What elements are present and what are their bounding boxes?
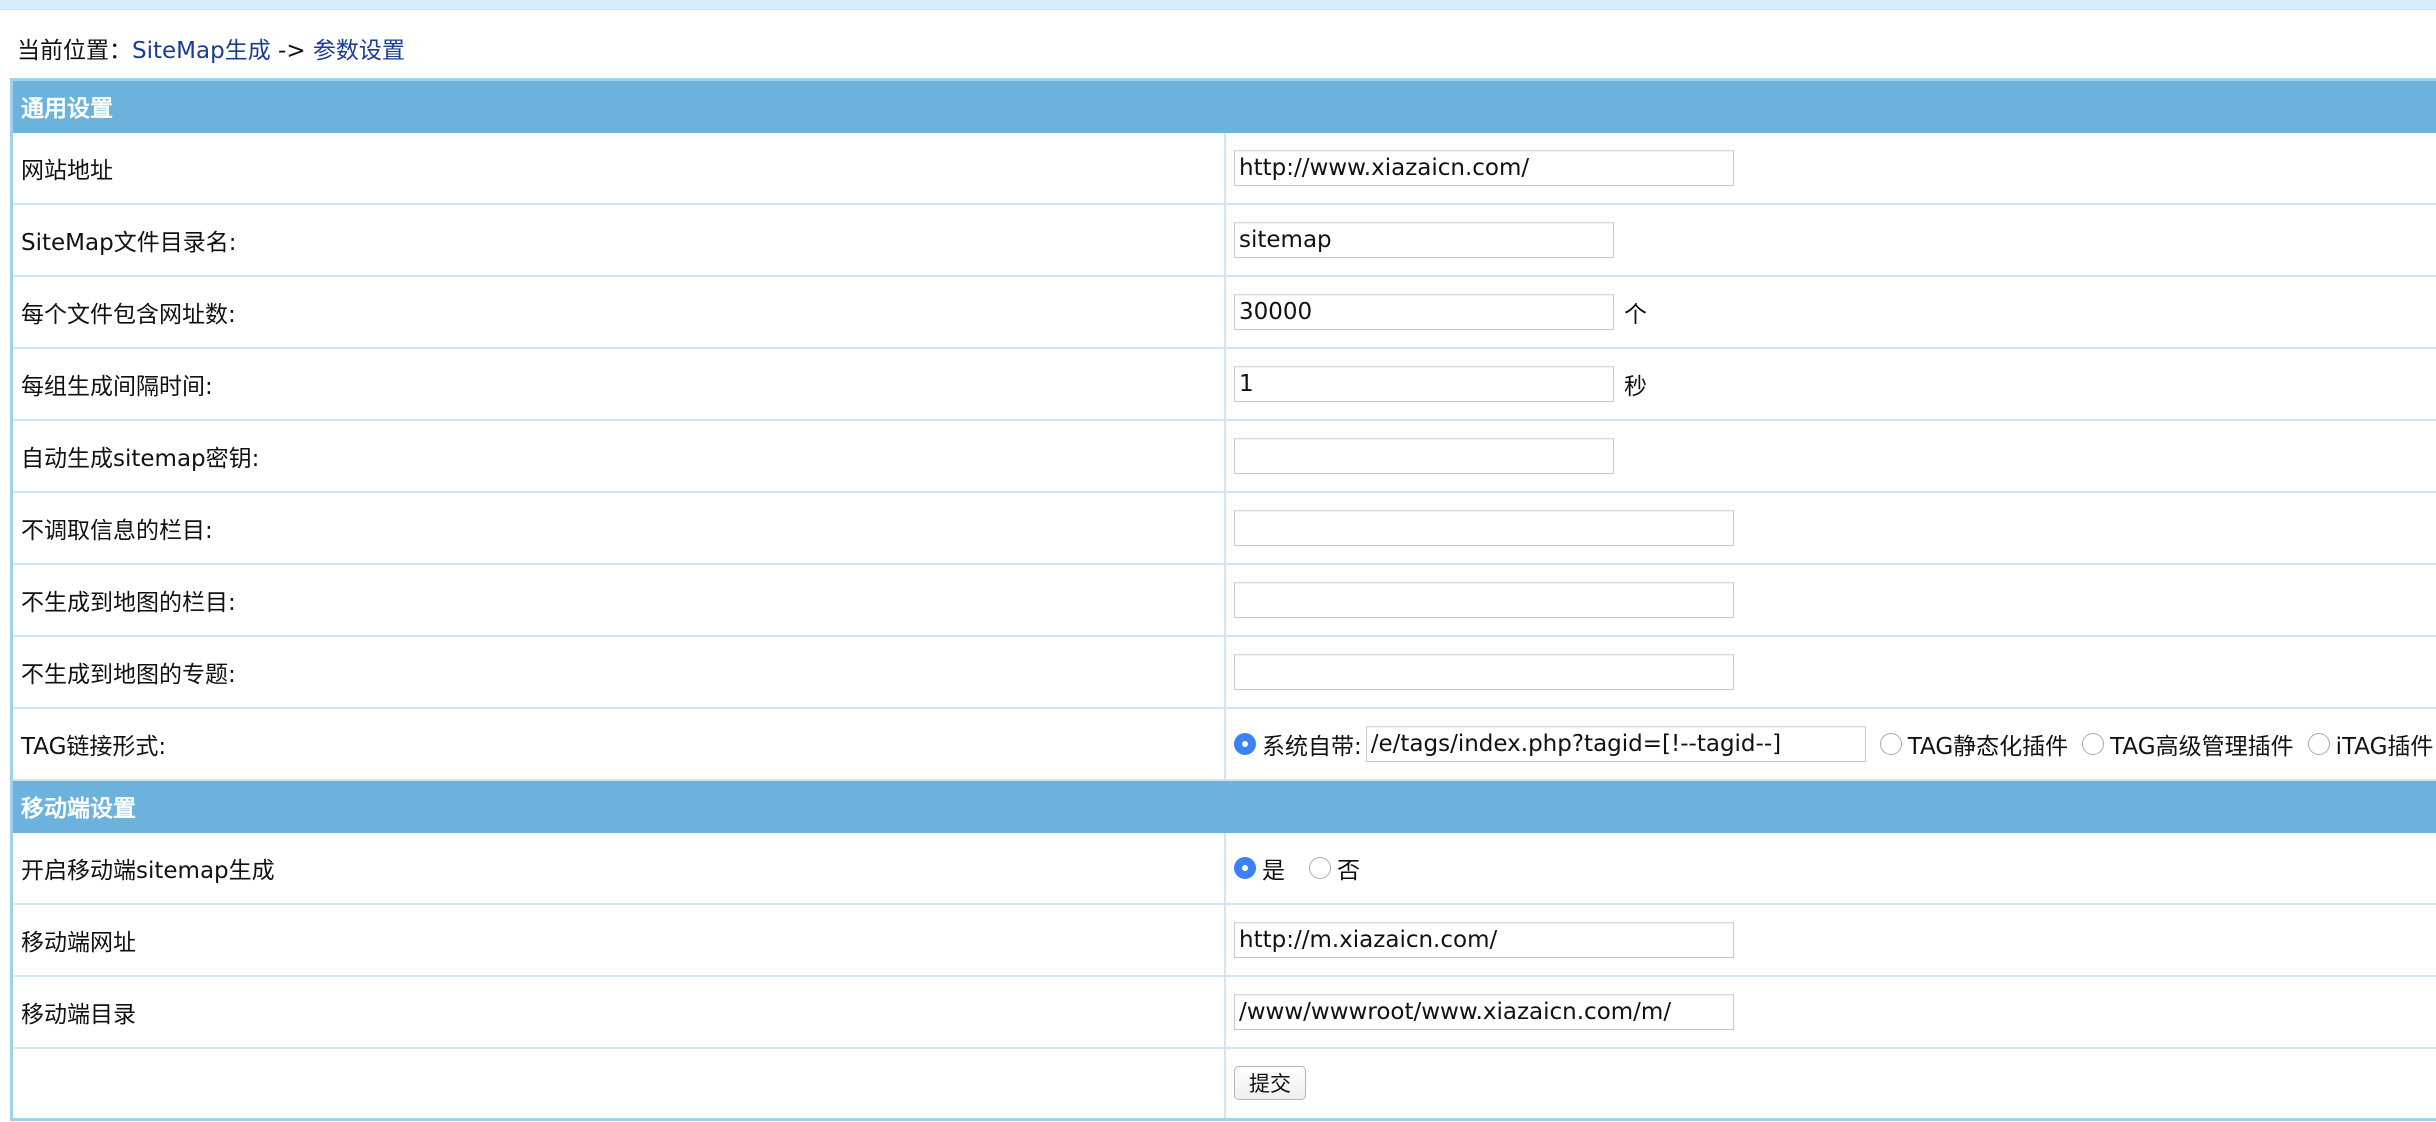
mobile-dir-input[interactable] [1234,993,1734,1030]
urls-per-file-unit: 个 [1624,301,1647,328]
top-bar [0,0,2436,10]
mobile-enable-no-label: 否 [1337,857,1360,884]
tag-static-plugin-radio[interactable] [1879,732,1902,755]
mobile-enable-yes-radio[interactable] [1234,856,1256,879]
mobile-url-input[interactable] [1234,921,1734,958]
tag-advanced-plugin-radio[interactable] [2082,732,2105,755]
exclude-columns-label: 不调取信息的栏目: [10,490,1226,565]
auto-key-input[interactable] [1234,437,1614,474]
row-mobile-dir: 移动端目录 [10,974,2436,1049]
interval-label: 每组生成间隔时间: [10,346,1226,421]
tag-system-radio[interactable] [1234,732,1256,755]
row-mobile-enable: 开启移动端sitemap生成 是 否 [10,830,2436,905]
breadcrumb-link-sitemap[interactable]: SiteMap生成 [132,38,271,64]
mobile-url-label: 移动端网址 [10,902,1226,977]
breadcrumb-separator: -> [270,38,313,64]
tag-advanced-plugin-label: TAG高级管理插件 [2110,733,2294,760]
itag-plugin-label: iTAG插件 [2335,733,2434,760]
breadcrumb: 当前位置：SiteMap生成 -> 参数设置 [17,34,405,68]
no-map-columns-label: 不生成到地图的栏目: [10,562,1226,637]
row-submit: 提交 [10,1046,2436,1121]
row-no-map-topics: 不生成到地图的专题: [10,634,2436,709]
breadcrumb-link-settings[interactable]: 参数设置 [313,38,405,64]
mobile-enable-no-radio[interactable] [1309,856,1331,879]
mobile-enable-label: 开启移动端sitemap生成 [10,830,1226,905]
row-no-map-columns: 不生成到地图的栏目: [10,562,2436,637]
section-general-title: 通用设置 [10,78,2436,133]
mobile-enable-yes-label: 是 [1262,857,1285,884]
no-map-columns-input[interactable] [1234,581,1734,618]
tag-link-label: TAG链接形式: [10,706,1226,781]
urls-per-file-label: 每个文件包含网址数: [10,274,1226,349]
exclude-columns-input[interactable] [1234,509,1734,546]
row-interval: 每组生成间隔时间: 秒 [10,346,2436,421]
tag-system-url-input[interactable] [1365,725,1866,762]
row-urls-per-file: 每个文件包含网址数: 个 [10,274,2436,349]
row-site-url: 网站地址 [10,130,2436,205]
row-mobile-url: 移动端网址 [10,902,2436,977]
row-sitemap-dir: SiteMap文件目录名: [10,202,2436,277]
no-map-topics-input[interactable] [1234,653,1734,690]
row-exclude-columns: 不调取信息的栏目: [10,490,2436,565]
sitemap-dir-label: SiteMap文件目录名: [10,202,1226,277]
row-auto-key: 自动生成sitemap密钥: [10,418,2436,493]
section-mobile: 移动端设置 [10,778,2436,833]
interval-unit: 秒 [1624,373,1647,400]
section-general: 通用设置 [10,78,2436,133]
site-url-input[interactable] [1234,149,1734,186]
row-tag-link: TAG链接形式: 系统自带: TAG静态化插件 TAG高级管理插件 iTAG插件 [10,706,2436,781]
submit-row-empty-label [10,1046,1226,1121]
no-map-topics-label: 不生成到地图的专题: [10,634,1226,709]
urls-per-file-input[interactable] [1234,293,1614,330]
mobile-dir-label: 移动端目录 [10,974,1226,1049]
tag-system-label: 系统自带: [1262,733,1362,760]
sitemap-dir-input[interactable] [1234,221,1614,258]
tag-static-plugin-label: TAG静态化插件 [1907,733,2069,760]
itag-plugin-radio[interactable] [2307,732,2330,755]
section-mobile-title: 移动端设置 [10,778,2436,833]
settings-form: 通用设置 网站地址 SiteMap文件目录名: 每个文件包含网址数: 个 每组生… [10,78,2436,1121]
submit-button[interactable]: 提交 [1234,1066,1306,1101]
breadcrumb-prefix: 当前位置： [17,38,132,64]
site-url-label: 网站地址 [10,130,1226,205]
interval-input[interactable] [1234,365,1614,402]
auto-key-label: 自动生成sitemap密钥: [10,418,1226,493]
